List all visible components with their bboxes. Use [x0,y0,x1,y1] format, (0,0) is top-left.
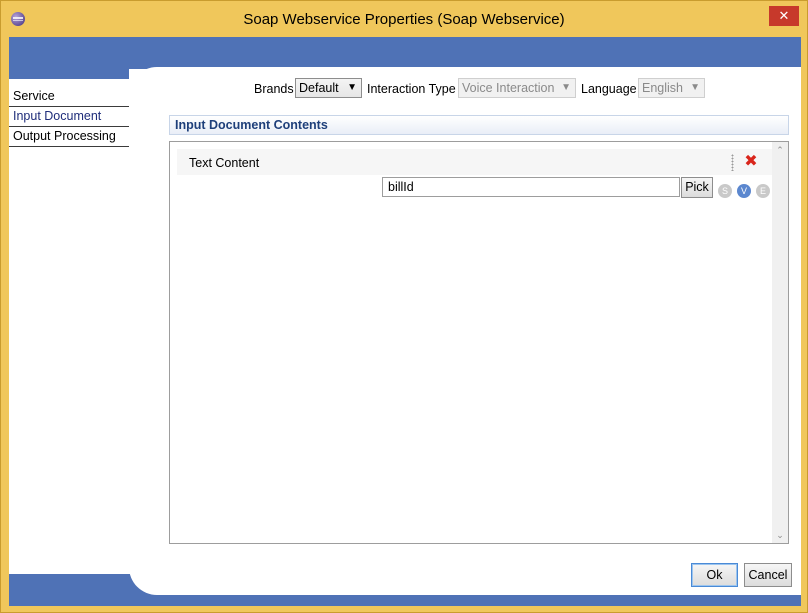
scroll-down-icon[interactable]: ⌄ [772,527,788,543]
filter-toolbar: Brands Default ▼ Interaction Type Voice … [9,78,801,100]
language-select[interactable]: English ▼ [638,78,705,98]
interaction-type-label: Interaction Type [367,82,456,96]
interaction-type-value: Voice Interaction [462,81,555,95]
section-title: Input Document Contents [175,118,328,132]
chevron-down-icon: ▼ [561,82,571,93]
e-badge-icon[interactable]: E [756,184,770,198]
dialog-window: Soap Webservice Properties (Soap Webserv… [0,0,808,613]
section-header: Input Document Contents [169,115,789,135]
text-content-row: Text Content ✖ [177,149,772,175]
close-button[interactable]: ✕ [769,6,799,26]
title-bar: Soap Webservice Properties (Soap Webserv… [1,1,807,37]
brands-select[interactable]: Default ▼ [295,78,362,98]
dialog-client: Service Input Document Output Processing… [9,37,801,606]
input-document-content: Text Content ✖ Pick S V E ⌃ ⌄ [169,141,789,544]
text-content-input[interactable] [382,177,680,197]
ok-button[interactable]: Ok [691,563,738,587]
language-label: Language [581,82,637,96]
s-badge-icon[interactable]: S [718,184,732,198]
sidebar-item-input-document[interactable]: Input Document [9,107,129,127]
text-content-label: Text Content [189,156,260,170]
interaction-type-select[interactable]: Voice Interaction ▼ [458,78,576,98]
chevron-down-icon: ▼ [347,82,357,93]
chevron-down-icon: ▼ [690,82,700,93]
delete-x-icon[interactable]: ✖ [741,152,761,172]
language-value: English [642,81,683,95]
pick-button[interactable]: Pick [681,177,713,198]
sidebar-item-output-processing[interactable]: Output Processing [9,127,129,147]
cancel-button[interactable]: Cancel [744,563,792,587]
brands-value: Default [299,81,339,95]
drag-handle-icon[interactable] [731,154,734,171]
brands-label: Brands [254,82,294,96]
vertical-scrollbar[interactable]: ⌃ ⌄ [772,142,788,543]
header-banner [9,37,801,69]
v-badge-icon[interactable]: V [737,184,751,198]
scroll-up-icon[interactable]: ⌃ [772,142,788,158]
window-title: Soap Webservice Properties (Soap Webserv… [243,11,565,28]
